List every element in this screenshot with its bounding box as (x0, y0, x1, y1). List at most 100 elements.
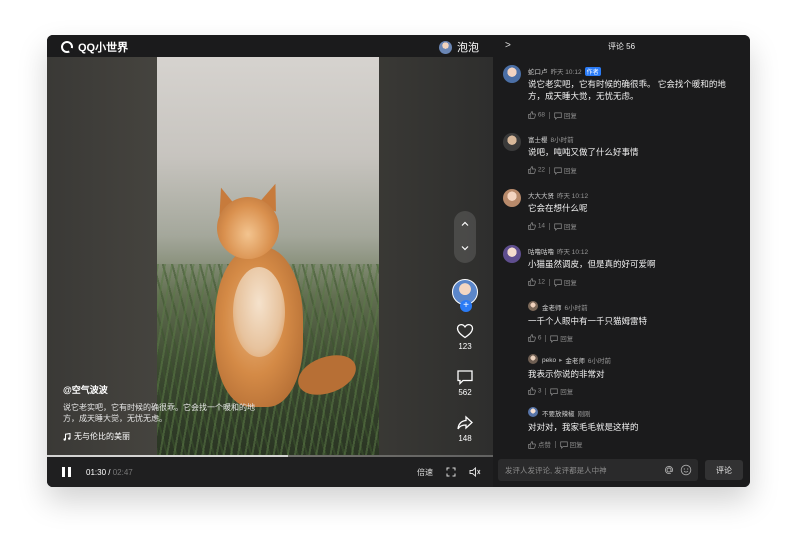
comment-like-button[interactable]: 点赞 (528, 439, 551, 450)
commenter-name[interactable]: 富士樱 (528, 134, 548, 144)
comment-like-button[interactable]: 68 (528, 111, 545, 119)
submit-comment-button[interactable]: 评论 (705, 460, 743, 480)
like-count: 22 (537, 166, 546, 174)
cat-head (217, 197, 279, 259)
avatar (439, 40, 452, 54)
thumbs-up-icon (528, 111, 536, 119)
like-count: 6 (537, 334, 542, 342)
prev-video-button[interactable] (454, 213, 476, 235)
reply-button[interactable]: 回复 (554, 221, 577, 232)
comment-like-button[interactable]: 6 (528, 334, 541, 342)
thumbs-up-icon (528, 278, 536, 286)
comment-actions: 12 回复 (528, 277, 577, 288)
commenter-name[interactable]: 不要放辣椒 (542, 408, 575, 418)
divider (545, 387, 547, 395)
reply-button[interactable]: 回复 (554, 165, 577, 176)
reply-button[interactable]: 回复 (554, 277, 577, 288)
pause-button[interactable] (62, 466, 74, 478)
commenter-name[interactable]: 蛇口卢 (528, 66, 548, 76)
avatar[interactable] (503, 65, 521, 83)
comment-actions: 14 回复 (528, 221, 577, 232)
thumbs-up-icon (528, 387, 536, 395)
reply-bubble-icon (554, 223, 562, 232)
comment-meta: 大大大贤 昨天 10:12 (528, 190, 588, 200)
video-author[interactable]: @空气波波 (63, 383, 268, 396)
music-info[interactable]: 无与伦比的美丽 (63, 431, 268, 442)
emoji-icon[interactable] (680, 464, 692, 476)
avatar[interactable] (528, 301, 538, 311)
at-mention-icon[interactable] (663, 464, 675, 476)
commenter-name[interactable]: 金老师 (542, 302, 562, 312)
video-caption: @空气波波 说它老实吧，它有时候的确很乖。它会找一个暖和的地方，成天睡大觉，无忧… (63, 383, 268, 442)
share-count: 148 (458, 434, 472, 443)
author-avatar[interactable]: + (452, 279, 478, 312)
like-count: 3 (537, 387, 542, 395)
comment-like-button[interactable]: 14 (528, 222, 545, 230)
cat-chest (233, 267, 285, 357)
like-button[interactable]: 123 (456, 323, 474, 351)
comment-like-button[interactable]: 12 (528, 278, 545, 286)
video-panel: QQ小世界 泡泡 + 123 562 148 @空气波波 说它老实吧，它有时候的… (47, 35, 493, 487)
reply-meta: 不要放辣椒 刚刚 (542, 408, 591, 418)
reply-bubble-icon (554, 279, 562, 288)
pause-icon-bar (68, 467, 71, 477)
comment-text: 说吧，吨吨又做了什么好事情 (528, 147, 639, 157)
comment-input[interactable]: 发评人发评论, 发评都是人中神 (498, 459, 698, 481)
commenter-name[interactable]: peko (542, 357, 556, 364)
reply-button[interactable]: 回复 (550, 333, 573, 344)
divider (549, 278, 551, 286)
share-button[interactable]: 148 (456, 415, 474, 443)
follow-plus-icon[interactable]: + (460, 300, 472, 312)
reply-to-name[interactable]: 金老师 (565, 355, 585, 365)
reply-actions: 点赞 回复 (528, 439, 583, 450)
avatar[interactable] (503, 245, 521, 263)
comment-icon (457, 370, 473, 385)
video-nav (454, 211, 476, 263)
app-logo[interactable]: QQ小世界 (61, 39, 128, 55)
reply-button[interactable]: 回复 (554, 110, 577, 121)
comment-button[interactable]: 562 (456, 369, 474, 397)
reply-label: 回复 (563, 280, 577, 287)
reply-actions: 6 回复 (528, 333, 573, 344)
like-count: 123 (458, 342, 472, 351)
commenter-name[interactable]: 咕噜咕噜 (528, 246, 554, 256)
reply-button[interactable]: 回复 (550, 386, 573, 397)
reply-button[interactable]: 回复 (560, 439, 583, 450)
comment-time: 8小时前 (550, 137, 574, 144)
speed-button[interactable]: 倍速 (417, 467, 433, 478)
player-right-controls: 倍速 (417, 467, 481, 478)
comment-like-button[interactable]: 22 (528, 166, 545, 174)
next-video-button[interactable] (454, 237, 476, 259)
comment-like-button[interactable]: 3 (528, 387, 541, 395)
avatar[interactable] (528, 354, 538, 364)
divider (554, 440, 556, 448)
time-separator: / (108, 467, 111, 477)
music-note-icon (63, 432, 71, 441)
volume-icon[interactable] (469, 467, 481, 477)
share-icon (457, 415, 473, 430)
avatar[interactable] (528, 407, 538, 417)
divider (549, 111, 551, 119)
heart-icon (456, 323, 474, 339)
collapse-chevron-icon[interactable]: > (505, 40, 511, 51)
comment-meta: 富士樱 8小时前 (528, 134, 574, 144)
comment-actions: 68 回复 (528, 110, 577, 121)
reply-actions: 3 回复 (528, 386, 573, 397)
reply-bubble-icon (550, 388, 559, 397)
comments-title: 评论 56 (607, 41, 636, 51)
chevron-down-icon (461, 246, 469, 251)
comment-time: 昨天 10:12 (557, 249, 589, 256)
avatar[interactable] (503, 189, 521, 207)
commenter-name[interactable]: 大大大贤 (528, 190, 554, 200)
app-name: QQ小世界 (78, 42, 129, 54)
avatar[interactable] (503, 133, 521, 151)
divider (549, 166, 551, 174)
reply-text: 我表示你说的非常对 (528, 369, 605, 379)
fullscreen-icon[interactable] (446, 467, 456, 477)
thumbs-up-icon (528, 334, 536, 342)
user-menu[interactable]: 泡泡 (439, 39, 479, 55)
comment-text: 说它老实吧，它有时候的确很乖。 它会找个暖和的地方，成天睡大觉，无忧无虑。 (528, 79, 726, 101)
comment-time: 6小时前 (564, 305, 588, 312)
like-count: 14 (537, 222, 546, 230)
thumbs-up-icon (528, 222, 536, 230)
